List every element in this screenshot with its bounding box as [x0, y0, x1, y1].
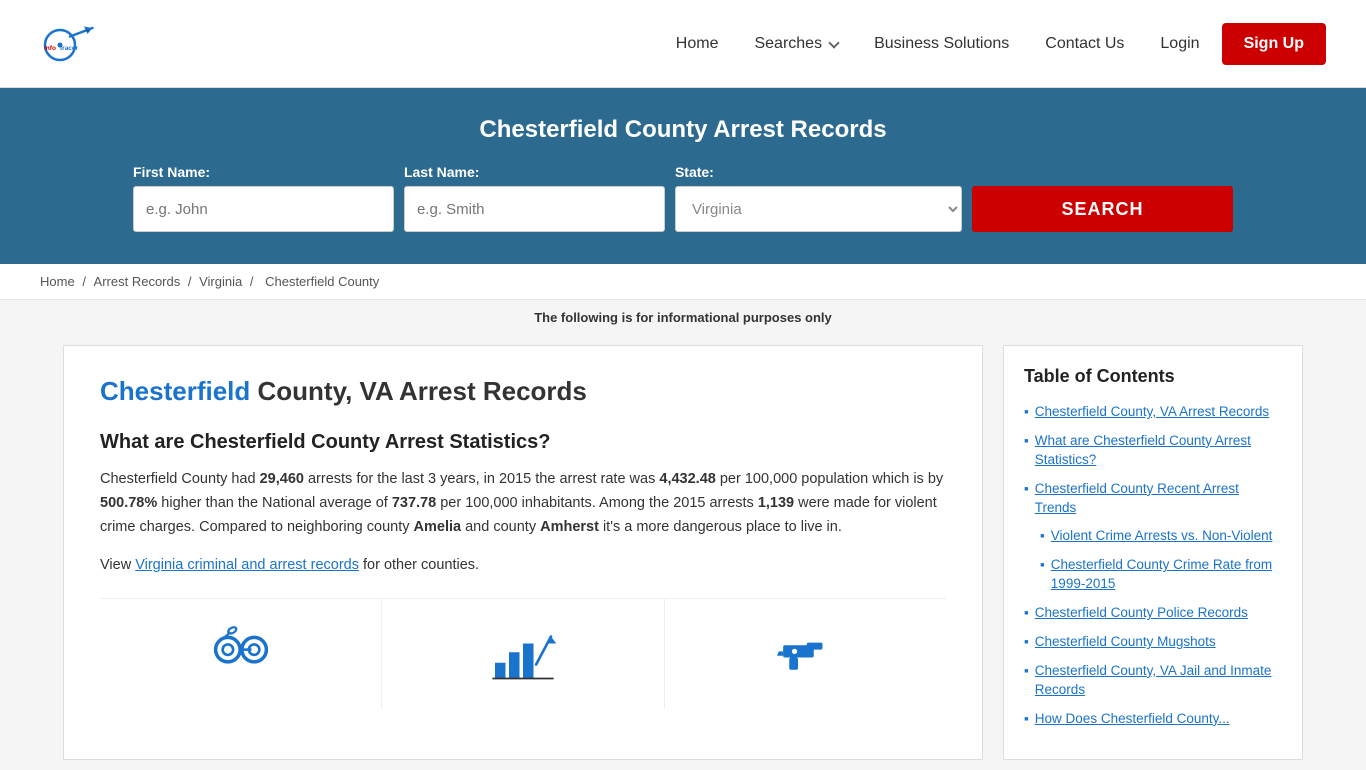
- nav-home[interactable]: Home: [662, 27, 733, 61]
- article-title-highlight: Chesterfield: [100, 376, 250, 406]
- toc-link-8[interactable]: How Does Chesterfield County...: [1035, 710, 1230, 729]
- state-group: State: Virginia: [675, 164, 962, 232]
- nav-login[interactable]: Login: [1146, 27, 1213, 61]
- toc-title: Table of Contents: [1024, 366, 1282, 387]
- info-notice: The following is for informational purpo…: [0, 300, 1366, 335]
- search-button[interactable]: SEARCH: [972, 186, 1233, 232]
- logo-area: info tracer ™: [40, 14, 104, 74]
- first-name-group: First Name:: [133, 164, 394, 232]
- gun-icon: [770, 619, 840, 689]
- toc-link-0[interactable]: Chesterfield County, VA Arrest Records: [1035, 403, 1269, 422]
- breadcrumb-home[interactable]: Home: [40, 274, 75, 289]
- toc-link-5[interactable]: Chesterfield County Police Records: [1035, 604, 1248, 623]
- toc-item-7: Chesterfield County, VA Jail and Inmate …: [1024, 662, 1282, 700]
- svg-text:™: ™: [85, 29, 90, 34]
- toc-item-0: Chesterfield County, VA Arrest Records: [1024, 403, 1282, 422]
- nav-contact[interactable]: Contact Us: [1031, 27, 1138, 61]
- article-title-rest: County, VA Arrest Records: [250, 376, 587, 406]
- main-wrapper: Chesterfield County, VA Arrest Records W…: [43, 345, 1323, 760]
- toc-item-1: What are Chesterfield County Arrest Stat…: [1024, 432, 1282, 470]
- virginia-records-link[interactable]: Virginia criminal and arrest records: [135, 557, 359, 573]
- section1-heading: What are Chesterfield County Arrest Stat…: [100, 431, 946, 454]
- breadcrumb: Home / Arrest Records / Virginia / Chest…: [0, 264, 1366, 300]
- breadcrumb-arrest-records[interactable]: Arrest Records: [94, 274, 181, 289]
- toc-link-3[interactable]: Violent Crime Arrests vs. Non-Violent: [1051, 527, 1273, 546]
- state-label: State:: [675, 164, 962, 180]
- breadcrumb-current: Chesterfield County: [265, 274, 379, 289]
- search-form: First Name: Last Name: State: Virginia S…: [133, 164, 1233, 232]
- last-name-label: Last Name:: [404, 164, 665, 180]
- hero-title: Chesterfield County Arrest Records: [40, 116, 1326, 144]
- breadcrumb-virginia[interactable]: Virginia: [199, 274, 242, 289]
- toc-item-6: Chesterfield County Mugshots: [1024, 633, 1282, 652]
- state-select[interactable]: Virginia: [675, 186, 962, 232]
- nav-business[interactable]: Business Solutions: [860, 27, 1023, 61]
- logo-icon: info tracer ™: [40, 14, 100, 74]
- stats-row: [100, 598, 946, 709]
- toc-link-2[interactable]: Chesterfield County Recent Arrest Trends: [1035, 480, 1282, 518]
- signup-button[interactable]: Sign Up: [1222, 23, 1326, 65]
- sidebar: Table of Contents Chesterfield County, V…: [1003, 345, 1303, 760]
- toc-item-8: How Does Chesterfield County...: [1024, 710, 1282, 729]
- toc-item-5: Chesterfield County Police Records: [1024, 604, 1282, 623]
- hero-section: Chesterfield County Arrest Records First…: [0, 88, 1366, 264]
- toc-item-2: Chesterfield County Recent Arrest Trends: [1024, 480, 1282, 518]
- toc-item-3: Violent Crime Arrests vs. Non-Violent: [1024, 527, 1282, 546]
- nav-searches[interactable]: Searches: [740, 27, 852, 61]
- toc-link-1[interactable]: What are Chesterfield County Arrest Stat…: [1035, 432, 1282, 470]
- toc-link-6[interactable]: Chesterfield County Mugshots: [1035, 633, 1216, 652]
- toc-link-4[interactable]: Chesterfield County Crime Rate from 1999…: [1051, 556, 1282, 594]
- article-title: Chesterfield County, VA Arrest Records: [100, 376, 946, 407]
- toc-link-7[interactable]: Chesterfield County, VA Jail and Inmate …: [1035, 662, 1282, 700]
- searches-chevron-icon: [828, 37, 839, 48]
- view-records-line: View Virginia criminal and arrest record…: [100, 554, 946, 578]
- toc-box: Table of Contents Chesterfield County, V…: [1003, 345, 1303, 760]
- stat-gun: [665, 599, 946, 709]
- stat-handcuffs: [100, 599, 382, 709]
- toc-item-4: Chesterfield County Crime Rate from 1999…: [1024, 556, 1282, 594]
- last-name-group: Last Name:: [404, 164, 665, 232]
- toc-list: Chesterfield County, VA Arrest Records W…: [1024, 403, 1282, 729]
- main-nav: Home Searches Business Solutions Contact…: [662, 23, 1326, 65]
- trend-icon: [488, 619, 558, 689]
- header: info tracer ™ Home Searches Business Sol…: [0, 0, 1366, 88]
- svg-text:info: info: [44, 45, 56, 52]
- last-name-input[interactable]: [404, 186, 665, 232]
- article: Chesterfield County, VA Arrest Records W…: [63, 345, 983, 760]
- first-name-input[interactable]: [133, 186, 394, 232]
- section1-body: Chesterfield County had 29,460 arrests f…: [100, 468, 946, 540]
- svg-text:tracer: tracer: [60, 45, 79, 52]
- handcuffs-icon: [206, 619, 276, 689]
- first-name-label: First Name:: [133, 164, 394, 180]
- stat-trend: [382, 599, 664, 709]
